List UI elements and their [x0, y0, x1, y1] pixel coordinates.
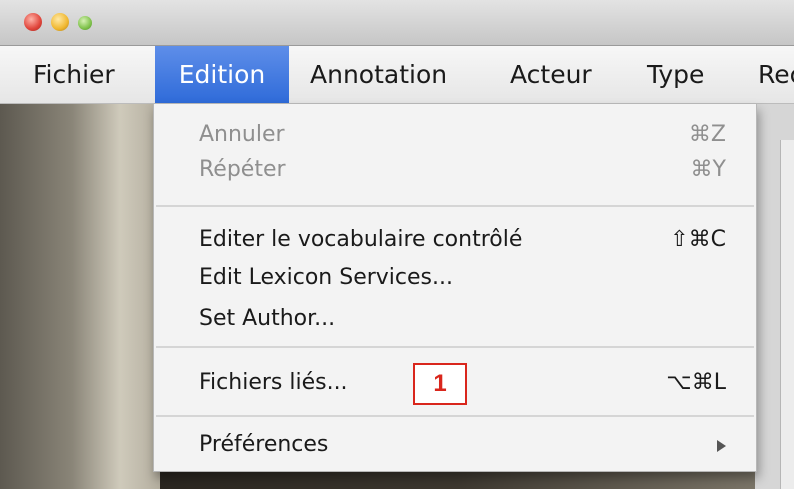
menu-annotation[interactable]: Annotation: [310, 46, 447, 103]
zoom-window-icon[interactable]: [78, 16, 92, 30]
redo-label: Répéter: [199, 157, 286, 182]
background-video-strip: [160, 470, 755, 489]
menu-acteur[interactable]: Acteur: [510, 46, 592, 103]
menu-item-edit-lexicon-services[interactable]: Edit Lexicon Services...: [154, 262, 756, 294]
linked-files-label: Fichiers liés...: [199, 370, 348, 395]
edit-vocabulary-shortcut: ⇧⌘C: [670, 227, 726, 252]
submenu-arrow-icon: [717, 440, 726, 452]
menu-edition[interactable]: Edition: [155, 46, 289, 103]
background-panel: [780, 140, 794, 489]
redo-shortcut: ⌘Y: [690, 157, 726, 182]
menu-item-edit-vocabulary[interactable]: Editer le vocabulaire contrôlé ⇧⌘C: [154, 224, 756, 256]
menu-item-undo[interactable]: Annuler ⌘Z: [154, 119, 756, 151]
menu-bar: Fichier Edition Annotation Acteur Type R…: [0, 46, 794, 104]
close-window-icon[interactable]: [24, 13, 42, 31]
background-video-area: [0, 104, 160, 489]
menu-separator: [156, 205, 754, 207]
edit-lexicon-label: Edit Lexicon Services...: [199, 265, 453, 290]
edit-vocabulary-label: Editer le vocabulaire contrôlé: [199, 227, 523, 252]
undo-label: Annuler: [199, 122, 285, 147]
edition-dropdown-menu: Annuler ⌘Z Répéter ⌘Y Editer le vocabula…: [153, 104, 757, 472]
menu-item-set-author[interactable]: Set Author...: [154, 303, 756, 335]
window-title-bar: [0, 0, 794, 46]
menu-type[interactable]: Type: [647, 46, 704, 103]
undo-shortcut: ⌘Z: [688, 122, 726, 147]
menu-item-redo[interactable]: Répéter ⌘Y: [154, 154, 756, 186]
menu-separator: [156, 346, 754, 348]
linked-files-shortcut: ⌥⌘L: [666, 370, 726, 395]
annotation-callout: 1: [413, 363, 467, 405]
menu-rec[interactable]: Rec: [758, 46, 794, 103]
menu-fichier[interactable]: Fichier: [33, 46, 115, 103]
menu-separator: [156, 415, 754, 417]
minimize-window-icon[interactable]: [51, 13, 69, 31]
preferences-label: Préférences: [199, 432, 329, 457]
menu-item-preferences[interactable]: Préférences: [154, 429, 756, 461]
set-author-label: Set Author...: [199, 306, 336, 331]
